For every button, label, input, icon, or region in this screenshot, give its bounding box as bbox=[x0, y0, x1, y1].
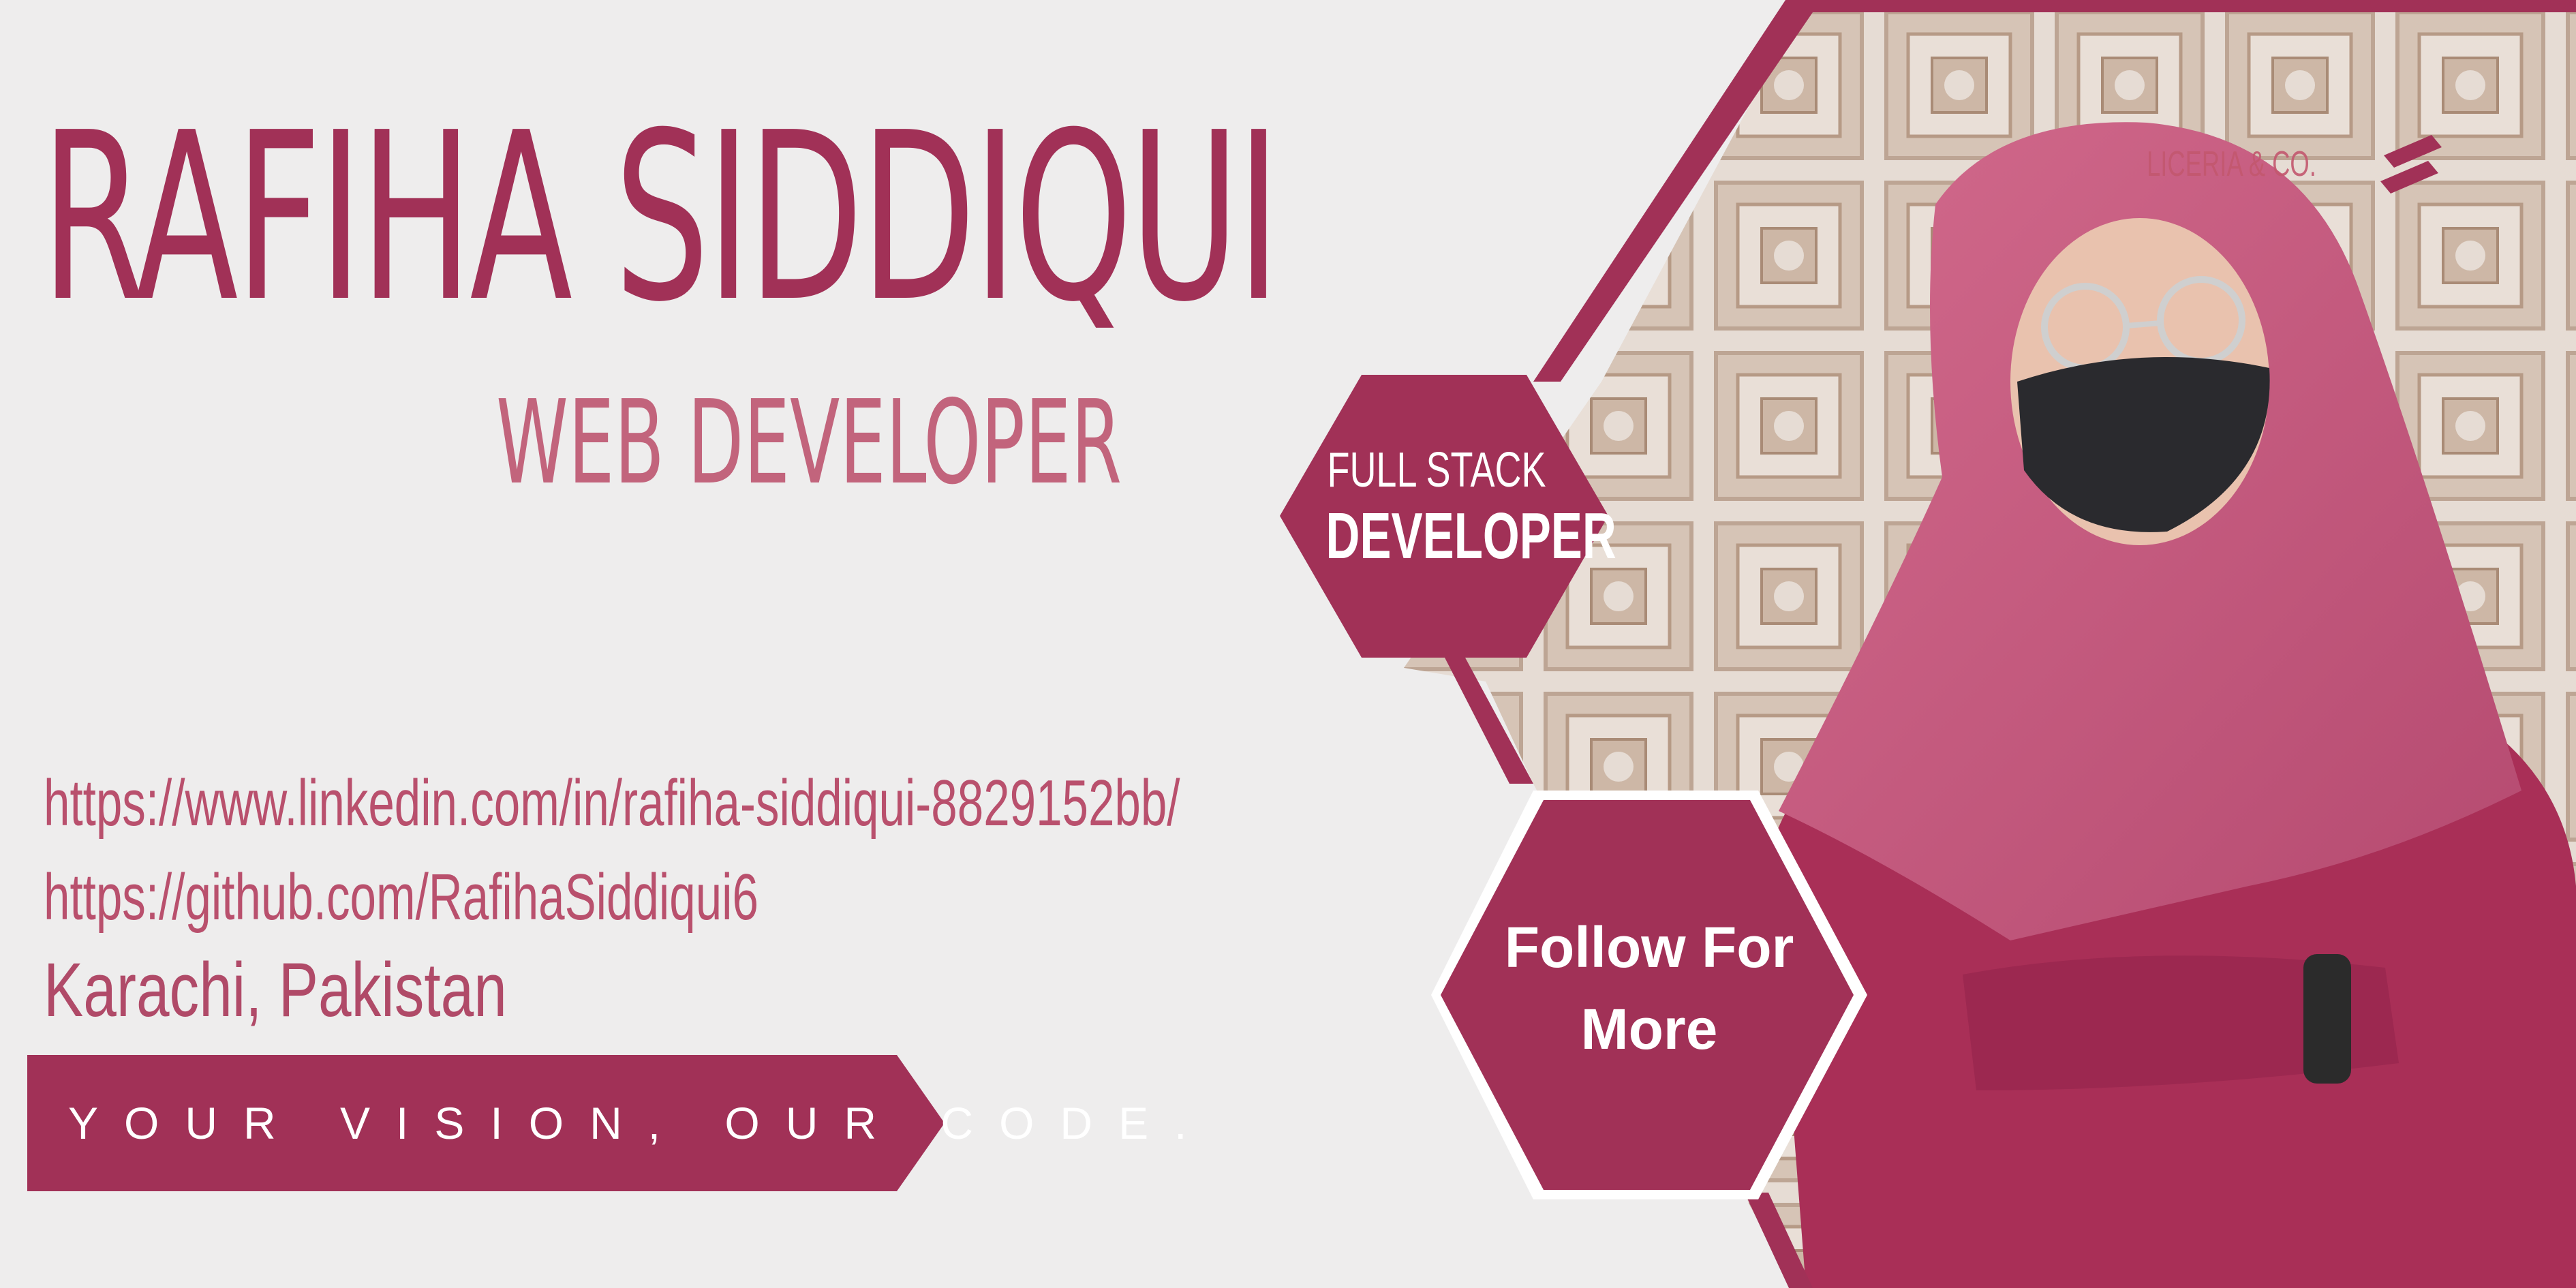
tagline-text: YOUR VISION, OUR CODE. bbox=[68, 1098, 1213, 1148]
full-stack-label: FULL STACK bbox=[1327, 443, 1546, 497]
follow-button-label[interactable]: Follow For More bbox=[1472, 906, 1826, 1084]
developer-label: DEVELOPER bbox=[1325, 500, 1616, 572]
name-heading: RAFIHA SIDDIQUI bbox=[41, 83, 1281, 353]
brand-logo-icon bbox=[2380, 135, 2442, 194]
github-link[interactable]: https://github.com/RafihaSiddiqui6 bbox=[44, 860, 1025, 935]
role-subtitle: WEB DEVELOPER bbox=[496, 375, 1122, 510]
brand-text: LICERIA & CO. bbox=[2147, 144, 2316, 184]
follow-line-1: Follow For bbox=[1504, 915, 1794, 979]
linkedin-link[interactable]: https://www.linkedin.com/in/rafiha-siddi… bbox=[44, 766, 1180, 841]
location-text: Karachi, Pakistan bbox=[44, 947, 507, 1032]
follow-line-2: More bbox=[1580, 997, 1718, 1061]
